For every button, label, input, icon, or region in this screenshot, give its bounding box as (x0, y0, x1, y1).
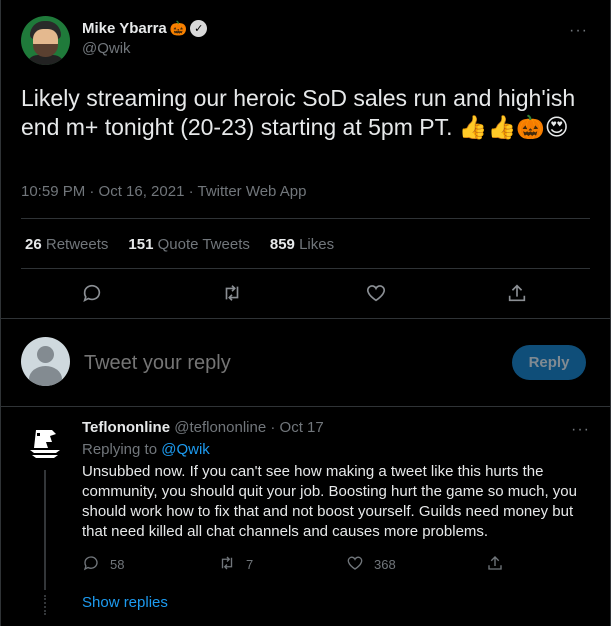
tweet-timestamp[interactable]: 10:59 PM · Oct 16, 2021 · Twitter Web Ap… (21, 183, 306, 200)
retweet-icon (218, 554, 236, 575)
replying-to: Replying to @Qwik (82, 441, 210, 458)
author-handle[interactable]: @Qwik (82, 40, 207, 57)
reply-author-handle[interactable]: @teflononline (174, 419, 266, 436)
more-options-icon[interactable]: ··· (569, 22, 588, 40)
reply-date[interactable]: · Oct 17 (270, 419, 323, 436)
more-options-icon[interactable]: ··· (571, 421, 590, 439)
reply-header: Teflononline @teflononline · Oct 17 (82, 419, 324, 436)
reply-input[interactable] (84, 352, 464, 375)
like-icon[interactable] (365, 282, 389, 306)
reply-reply-button[interactable]: 58 (82, 554, 124, 575)
like-count: 368 (374, 557, 396, 572)
divider (21, 218, 590, 219)
replying-to-handle[interactable]: @Qwik (161, 441, 210, 458)
retweet-icon[interactable] (221, 282, 245, 306)
divider (21, 268, 590, 269)
tweet-actions (1, 282, 611, 310)
thread-dots (44, 595, 46, 615)
show-replies-link[interactable]: Show replies (82, 594, 168, 611)
quote-tweets-stat[interactable]: 151 Quote Tweets (128, 236, 249, 253)
reply-text: Unsubbed now. If you can't see how makin… (82, 463, 577, 540)
retweets-stat[interactable]: 26 Retweets (25, 236, 108, 253)
author-avatar[interactable] (21, 16, 70, 65)
reply-share-button[interactable] (486, 554, 504, 575)
reply-count: 58 (110, 557, 125, 572)
reply-icon (82, 554, 100, 575)
tweet-detail-view: Mike Ybarra 🎃 ✓ @Qwik ··· Likely streami… (0, 0, 611, 626)
reply-composer: Reply (1, 320, 611, 406)
share-icon (486, 554, 504, 575)
tweet-author[interactable]: Mike Ybarra 🎃 ✓ @Qwik (21, 16, 208, 65)
reply-like-button[interactable]: 368 (346, 554, 396, 575)
like-icon (346, 554, 364, 575)
verified-check-icon: ✓ (190, 20, 208, 37)
author-display-name[interactable]: Mike Ybarra (82, 20, 167, 37)
likes-stat[interactable]: 859 Likes (270, 236, 334, 253)
reply-tweet[interactable]: Teflononline @teflononline · Oct 17 ··· … (1, 406, 611, 626)
reply-author-name[interactable]: Teflononline (82, 419, 170, 436)
author-name-row[interactable]: Mike Ybarra 🎃 ✓ (82, 20, 208, 37)
share-icon[interactable] (506, 282, 530, 306)
tweet-text: Likely streaming our heroic SoD sales ru… (21, 85, 576, 140)
divider (1, 318, 610, 319)
retweet-count: 7 (246, 557, 254, 572)
tweet-stats: 26 Retweets 151 Quote Tweets 859 Likes (25, 236, 334, 253)
reply-retweet-button[interactable]: 7 (218, 554, 253, 575)
thread-line (44, 470, 46, 590)
reply-icon[interactable] (81, 282, 105, 306)
reply-author-avatar[interactable] (22, 420, 68, 466)
user-avatar[interactable] (21, 337, 70, 386)
reply-actions: 58 7 368 (82, 554, 512, 574)
pumpkin-emoji-icon: 🎃 (169, 20, 188, 36)
reply-button[interactable]: Reply (512, 345, 586, 380)
